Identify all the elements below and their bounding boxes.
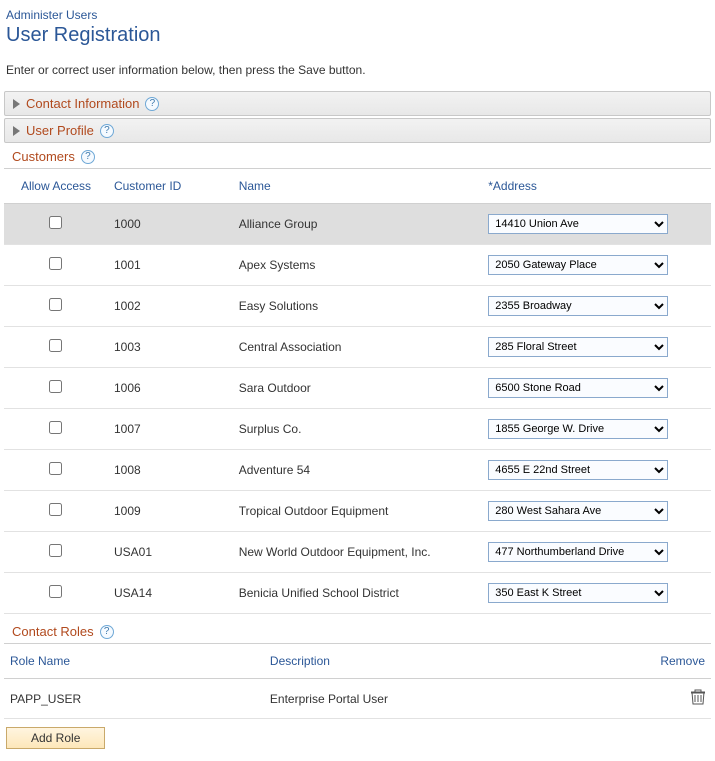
address-select[interactable]: 2050 Gateway Place <box>488 255 668 275</box>
customer-id-cell: 1006 <box>108 368 233 409</box>
allow-access-checkbox[interactable] <box>49 421 62 434</box>
address-select[interactable]: 6500 Stone Road <box>488 378 668 398</box>
address-select[interactable]: 350 East K Street <box>488 583 668 603</box>
customer-row: 1008Adventure 544655 E 22nd Street <box>4 450 711 491</box>
customer-row: 1003Central Association285 Floral Street <box>4 327 711 368</box>
customer-row: 1006Sara Outdoor6500 Stone Road <box>4 368 711 409</box>
customers-section-header: Customers ? <box>4 145 711 169</box>
expand-arrow-icon <box>13 126 20 136</box>
user-profile-panel[interactable]: User Profile ? <box>4 118 711 143</box>
customer-name-cell: Easy Solutions <box>233 286 483 327</box>
contact-roles-label: Contact Roles <box>12 624 94 639</box>
customer-name-cell: Central Association <box>233 327 483 368</box>
customers-label: Customers <box>12 149 75 164</box>
role-description-cell: Enterprise Portal User <box>264 679 628 719</box>
contact-roles-table: Role Name Description Remove PAPP_USEREn… <box>4 644 711 719</box>
address-select[interactable]: 14410 Union Ave <box>488 214 668 234</box>
allow-access-checkbox[interactable] <box>49 339 62 352</box>
customer-name-cell: Sara Outdoor <box>233 368 483 409</box>
allow-access-checkbox[interactable] <box>49 462 62 475</box>
allow-access-checkbox[interactable] <box>49 216 62 229</box>
instruction-text: Enter or correct user information below,… <box>4 55 711 91</box>
customer-name-cell: Surplus Co. <box>233 409 483 450</box>
customer-name-cell: Apex Systems <box>233 245 483 286</box>
customer-row: 1009Tropical Outdoor Equipment280 West S… <box>4 491 711 532</box>
contact-information-panel[interactable]: Contact Information ? <box>4 91 711 116</box>
help-icon[interactable]: ? <box>100 625 114 639</box>
page-title: User Registration <box>4 24 711 55</box>
contact-information-label: Contact Information <box>26 96 139 111</box>
address-select[interactable]: 1855 George W. Drive <box>488 419 668 439</box>
allow-access-checkbox[interactable] <box>49 298 62 311</box>
trash-icon[interactable] <box>691 689 705 705</box>
allow-access-checkbox[interactable] <box>49 380 62 393</box>
col-header-remove[interactable]: Remove <box>628 644 711 679</box>
customer-row: 1002Easy Solutions2355 Broadway <box>4 286 711 327</box>
expand-arrow-icon <box>13 99 20 109</box>
customer-row: 1001Apex Systems2050 Gateway Place <box>4 245 711 286</box>
role-name-cell: PAPP_USER <box>4 679 264 719</box>
customer-id-cell: USA14 <box>108 573 233 614</box>
address-select[interactable]: 280 West Sahara Ave <box>488 501 668 521</box>
col-header-role-name[interactable]: Role Name <box>4 644 264 679</box>
help-icon[interactable]: ? <box>81 150 95 164</box>
help-icon[interactable]: ? <box>100 124 114 138</box>
customer-id-cell: USA01 <box>108 532 233 573</box>
customer-name-cell: Alliance Group <box>233 204 483 245</box>
col-header-name[interactable]: Name <box>233 169 483 204</box>
customer-name-cell: Tropical Outdoor Equipment <box>233 491 483 532</box>
allow-access-checkbox[interactable] <box>49 585 62 598</box>
user-profile-label: User Profile <box>26 123 94 138</box>
address-select[interactable]: 477 Northumberland Drive <box>488 542 668 562</box>
customer-id-cell: 1008 <box>108 450 233 491</box>
customers-table: Allow Access Customer ID Name *Address 1… <box>4 169 711 614</box>
customer-id-cell: 1009 <box>108 491 233 532</box>
role-row: PAPP_USEREnterprise Portal User <box>4 679 711 719</box>
contact-roles-section-header: Contact Roles ? <box>4 620 711 644</box>
col-header-description[interactable]: Description <box>264 644 628 679</box>
customer-id-cell: 1002 <box>108 286 233 327</box>
customer-id-cell: 1001 <box>108 245 233 286</box>
add-role-button[interactable]: Add Role <box>6 727 105 749</box>
customer-row: 1000Alliance Group14410 Union Ave <box>4 204 711 245</box>
customer-id-cell: 1003 <box>108 327 233 368</box>
customer-row: 1007Surplus Co.1855 George W. Drive <box>4 409 711 450</box>
customer-name-cell: Adventure 54 <box>233 450 483 491</box>
address-select[interactable]: 285 Floral Street <box>488 337 668 357</box>
allow-access-checkbox[interactable] <box>49 257 62 270</box>
address-select[interactable]: 4655 E 22nd Street <box>488 460 668 480</box>
allow-access-checkbox[interactable] <box>49 544 62 557</box>
allow-access-checkbox[interactable] <box>49 503 62 516</box>
customer-row: USA01New World Outdoor Equipment, Inc.47… <box>4 532 711 573</box>
col-header-allow-access[interactable]: Allow Access <box>4 169 108 204</box>
help-icon[interactable]: ? <box>145 97 159 111</box>
customer-name-cell: New World Outdoor Equipment, Inc. <box>233 532 483 573</box>
col-header-address[interactable]: *Address <box>482 169 711 204</box>
address-select[interactable]: 2355 Broadway <box>488 296 668 316</box>
breadcrumb[interactable]: Administer Users <box>4 4 711 24</box>
customer-row: USA14Benicia Unified School District350 … <box>4 573 711 614</box>
customer-id-cell: 1000 <box>108 204 233 245</box>
customer-id-cell: 1007 <box>108 409 233 450</box>
col-header-customer-id[interactable]: Customer ID <box>108 169 233 204</box>
customer-name-cell: Benicia Unified School District <box>233 573 483 614</box>
